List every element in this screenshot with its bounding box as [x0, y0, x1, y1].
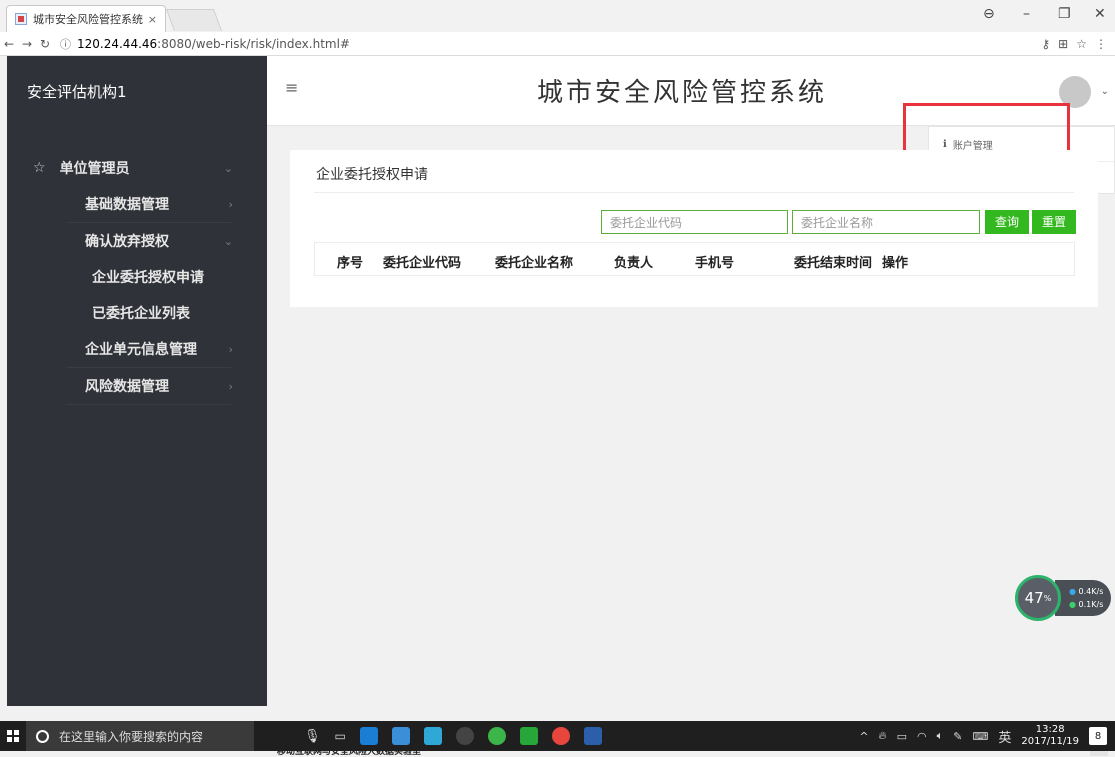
url-field[interactable]: ⓘ 120.24.44.46 :8080/web-risk/risk/index… [54, 36, 1041, 52]
profile-icon[interactable]: ⊖ [983, 6, 995, 22]
clock-time: 13:28 [1035, 724, 1065, 735]
notification-icon[interactable]: 8 [1089, 727, 1107, 745]
url-host: 120.24.44.46 [77, 36, 158, 51]
favicon-icon [15, 13, 27, 25]
edge-icon[interactable] [359, 727, 378, 745]
sidebar-item-label: 企业委托授权申请 [92, 270, 204, 286]
start-button[interactable] [0, 721, 26, 751]
forward-icon[interactable]: → [18, 37, 36, 51]
chrome-icon[interactable] [551, 727, 570, 745]
bookmark-star-icon[interactable]: ☆ [1076, 37, 1087, 51]
column-header: 操作 [882, 256, 909, 271]
restore-icon[interactable]: ❐ [1058, 6, 1071, 22]
sidebar-item-entrusted-list[interactable]: 已委托企业列表 [7, 295, 267, 331]
ink-icon[interactable]: ✎ [953, 730, 962, 743]
key-icon[interactable]: ⚷ [1041, 37, 1050, 51]
chevron-right-icon: › [228, 342, 233, 356]
sidebar-item-label: 单位管理员 [59, 161, 130, 177]
sidebar-item-confirm-abandon[interactable]: 确认放弃授权 ⌄ [7, 223, 267, 259]
chevron-up-icon[interactable]: ^ [859, 730, 868, 743]
browser-tab[interactable]: 城市安全风险管控系统 × [6, 5, 166, 32]
chevron-right-icon: › [228, 197, 233, 211]
sidebar-item-authorization-request[interactable]: 企业委托授权申请 [7, 259, 267, 295]
column-header: 委托企业名称 [495, 256, 574, 271]
browser-icon[interactable] [455, 727, 474, 745]
sidebar-item-unit-info[interactable]: 企业单元信息管理 › [7, 331, 267, 367]
taskbar-search[interactable]: 在这里输入你要搜索的内容 [26, 721, 254, 751]
translate-icon[interactable]: ⊞ [1058, 37, 1068, 51]
sidebar-item-unit-admin[interactable]: ☆ 单位管理员 ⌄ [7, 150, 267, 186]
taskbar-search-placeholder: 在这里输入你要搜索的内容 [59, 729, 204, 744]
sidebar-item-label: 基础数据管理 [85, 197, 169, 213]
column-header: 负责人 [614, 256, 654, 271]
info-icon[interactable]: ⓘ [60, 36, 71, 52]
new-tab-button[interactable] [165, 9, 223, 31]
keyboard-icon[interactable]: ⌨ [972, 730, 988, 743]
chevron-down-icon: ⌄ [223, 234, 233, 248]
wifi-icon[interactable]: ◠ [917, 730, 927, 743]
sidebar-item-basic-data[interactable]: 基础数据管理 › [7, 186, 267, 222]
ime-indicator[interactable]: 英 [998, 727, 1011, 746]
tray-app-icon[interactable]: 🔥︎ [879, 729, 887, 743]
window-close-icon[interactable]: ✕ [1094, 6, 1106, 22]
hamburger-menu-icon[interactable]: ≡ [285, 78, 298, 97]
system-title: 城市安全风险管控系统 [537, 78, 828, 108]
close-icon[interactable]: × [148, 13, 157, 26]
volume-icon[interactable]: 🔈︎ [937, 729, 944, 743]
download-speed: 0.1K/s [1078, 600, 1104, 609]
network-speed-widget[interactable]: ● 0.4K/s ● 0.1K/s 47% [1015, 575, 1111, 621]
cpu-percent: 47 [1024, 589, 1044, 607]
url-path: :8080/web-risk/risk/index.html# [157, 36, 350, 51]
media-player-icon[interactable] [423, 727, 442, 745]
back-icon[interactable]: ← [0, 37, 18, 51]
table-header-row: 序号 委托企业代码 委托企业名称 负责人 手机号 委托结束时间 操作 [314, 242, 1075, 276]
battery-icon[interactable]: ▭ [897, 730, 907, 743]
sidebar-item-risk-data[interactable]: 风险数据管理 › [7, 368, 267, 404]
reset-button[interactable]: 重置 [1032, 210, 1077, 234]
upload-speed: 0.4K/s [1078, 587, 1104, 596]
sidebar: 安全评估机构1 ☆ 单位管理员 ⌄ 基础数据管理 › 确认放弃授权 ⌄ 企业委托… [7, 56, 267, 706]
word-icon[interactable] [583, 727, 602, 745]
windows-taskbar: 在这里输入你要搜索的内容 🎙︎ ▭ ^ 🔥︎ ▭ ◠ 🔈︎ ✎ ⌨ 英 13:2… [0, 721, 1115, 751]
cpu-percent-ring: 47% [1015, 575, 1061, 621]
sidebar-item-label: 已委托企业列表 [92, 306, 190, 322]
cortana-icon [36, 729, 49, 743]
panel-title: 企业委托授权申请 [316, 167, 428, 183]
sidebar-menu: ☆ 单位管理员 ⌄ 基础数据管理 › 确认放弃授权 ⌄ 企业委托授权申请 已委托… [7, 150, 267, 405]
chevron-right-icon: › [228, 379, 233, 393]
column-header: 序号 [337, 256, 364, 271]
column-header: 委托结束时间 [794, 256, 873, 271]
column-header: 手机号 [695, 256, 735, 271]
query-button[interactable]: 查询 [985, 210, 1030, 234]
menu-icon[interactable]: ⋮ [1095, 37, 1107, 51]
speed-panel: ● 0.4K/s ● 0.1K/s [1055, 580, 1111, 616]
sidebar-item-label: 企业单元信息管理 [85, 342, 197, 358]
ide-icon[interactable] [519, 727, 538, 745]
clock-date: 2017/11/19 [1021, 736, 1079, 747]
clock[interactable]: 13:28 2017/11/19 [1021, 724, 1079, 748]
brand-title: 安全评估机构1 [27, 82, 127, 101]
file-explorer-icon[interactable] [391, 727, 410, 745]
company-code-input[interactable]: 委托企业代码 [601, 210, 788, 234]
task-view-icon[interactable]: ▭ [335, 729, 346, 743]
minimize-icon[interactable]: – [1023, 6, 1030, 22]
company-name-input[interactable]: 委托企业名称 [792, 210, 980, 234]
sidebar-item-label: 确认放弃授权 [85, 234, 169, 250]
star-icon: ☆ [33, 160, 46, 176]
tab-title: 城市安全风险管控系统 [33, 13, 143, 26]
system-tray: ^ 🔥︎ ▭ ◠ 🔈︎ ✎ ⌨ 英 13:28 2017/11/19 8 [859, 721, 1115, 751]
main-panel: 企业委托授权申请 委托企业代码 委托企业名称 查询 重置 序号 委托企业代码 委… [290, 150, 1098, 307]
percent-unit: % [1043, 593, 1052, 603]
column-header: 委托企业代码 [383, 256, 462, 271]
microphone-icon[interactable]: 🎙︎ [304, 729, 321, 744]
wechat-icon[interactable] [487, 727, 506, 745]
windows-logo-icon [7, 730, 19, 742]
chevron-down-icon[interactable]: ⌄ [1101, 86, 1109, 97]
browser-titlebar: 城市安全风险管控系统 × ⊖ – ❐ ✕ [0, 0, 1115, 32]
reload-icon[interactable]: ↻ [36, 37, 54, 51]
sidebar-item-label: 风险数据管理 [85, 379, 169, 395]
chevron-down-icon: ⌄ [223, 161, 233, 175]
address-bar: ← → ↻ ⓘ 120.24.44.46 :8080/web-risk/risk… [0, 32, 1115, 56]
